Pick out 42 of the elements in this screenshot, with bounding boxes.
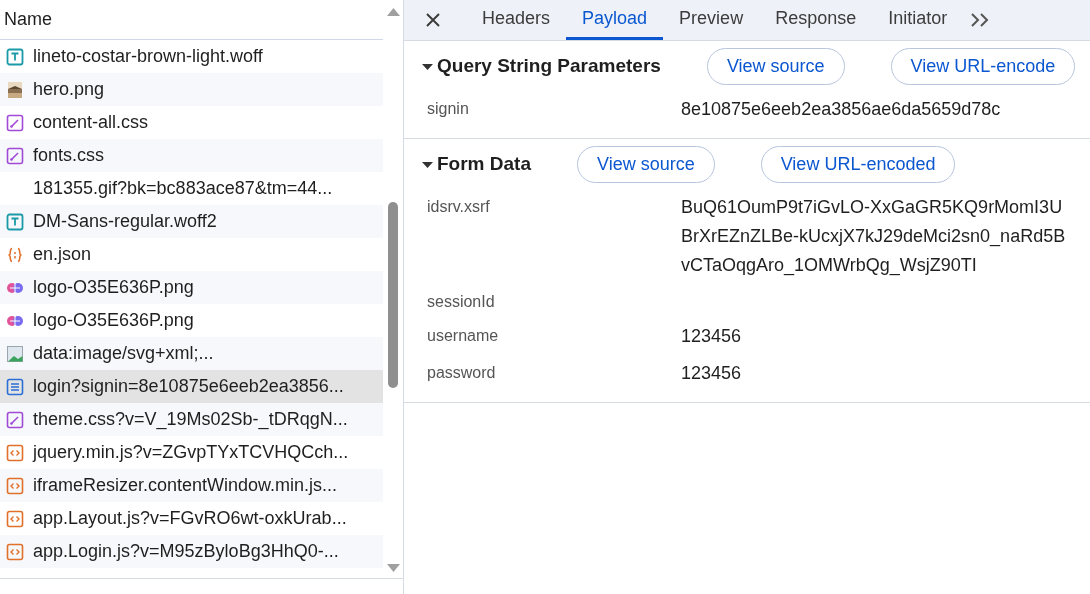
param-value: 123456	[681, 362, 742, 385]
param-name: idsrv.xsrf	[427, 197, 491, 217]
request-row[interactable]: theme.css?v=V_19Ms02Sb-_tDRqgN...	[0, 403, 383, 436]
request-row[interactable]: iframeResizer.contentWindow.min.js...	[0, 469, 383, 502]
scroll-down-icon[interactable]	[386, 564, 400, 572]
script-icon	[6, 509, 24, 528]
name-column-header[interactable]: Name	[4, 6, 52, 33]
braces-icon	[6, 245, 24, 264]
image-icon	[6, 344, 24, 363]
request-row[interactable]: login?signin=8e10875e6eeb2ea3856...	[0, 370, 383, 403]
section-title[interactable]: Query String Parameters	[437, 51, 661, 81]
request-row[interactable]: app.Login.js?v=M95zByloBg3HhQ0-...	[0, 535, 383, 568]
font-file-icon	[6, 47, 24, 66]
param-value: 123456	[681, 325, 742, 348]
close-icon[interactable]	[424, 11, 442, 29]
request-row[interactable]: data:image/svg+xml;...	[0, 337, 383, 370]
document-icon	[6, 377, 24, 396]
panel-tab[interactable]: Payload	[566, 0, 664, 40]
panel-tab[interactable]: Response	[759, 0, 873, 40]
script-icon	[6, 476, 24, 495]
panel-tab[interactable]: Headers	[466, 0, 567, 40]
param-value: 8e10875e6eeb2ea3856ae6da5659d78c	[681, 98, 1001, 121]
scroll-up-icon[interactable]	[386, 8, 400, 16]
param-name: password	[427, 363, 497, 383]
scroll-thumb[interactable]	[388, 202, 398, 388]
request-row[interactable]: hero.png	[0, 73, 383, 106]
panel-tab[interactable]: Preview	[663, 0, 760, 40]
script-icon	[6, 542, 24, 561]
stylesheet-icon	[6, 146, 24, 165]
stylesheet-icon	[6, 113, 24, 132]
script-icon	[6, 443, 24, 462]
param-name: signin	[427, 99, 470, 119]
request-row[interactable]: logo-O35E636P.png	[0, 271, 383, 304]
request-row[interactable]: fonts.css	[0, 139, 383, 172]
request-row[interactable]: DM-Sans-regular.woff2	[0, 205, 383, 238]
section-title[interactable]: Form Data	[437, 149, 531, 179]
font-file-icon	[6, 212, 24, 231]
stylesheet-icon	[6, 410, 24, 429]
param-value: BuQ61OumP9t7iGvLO-XxGaGR5KQ9rMomI3U BrXrEZnZLBe-kUcxjX7kJ29deMci2sn0_naRd5B vCTaOqgAro_1OMWrbQg_WsjZ90TI	[681, 196, 1066, 278]
panel-tab[interactable]: Initiator	[872, 0, 964, 40]
param-name: sessionId	[427, 292, 496, 312]
param-name: username	[427, 326, 500, 346]
